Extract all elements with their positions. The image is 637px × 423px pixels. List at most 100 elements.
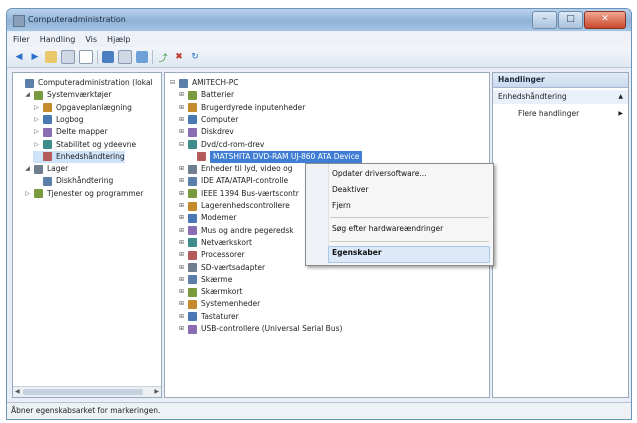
expand-toggle-icon[interactable]: ⊞ (178, 200, 185, 212)
expand-toggle-icon[interactable]: ⊞ (178, 126, 185, 138)
device-tree-item[interactable]: ⊞ Diskdrev (178, 126, 234, 138)
expand-toggle-icon[interactable]: ⊞ (178, 262, 185, 274)
up-folder-icon[interactable] (45, 51, 57, 63)
show-hide-tree-icon[interactable] (61, 50, 75, 64)
title-bar[interactable]: Computeradministration – □ ✕ (7, 9, 631, 31)
expand-toggle-icon[interactable]: ⊞ (178, 89, 185, 101)
tree-item[interactable]: ▷ Opgaveplanlægning (33, 102, 132, 114)
ctx-disable[interactable]: Deaktiver (332, 183, 369, 197)
more-actions-label: Flere handlinger (518, 109, 580, 118)
expand-toggle-icon[interactable]: ⊞ (178, 114, 185, 126)
device-tree-item[interactable]: MATSHITA DVD-RAM UJ-860 ATA Device (187, 150, 363, 163)
menu-help[interactable]: Hjælp (107, 32, 130, 47)
device-tree-item[interactable]: ⊞ Skærme (178, 274, 232, 286)
device-tree-item[interactable]: ⊞ SD-værtsadapter (178, 262, 265, 274)
expand-toggle-icon[interactable]: ▷ (33, 139, 40, 151)
storage-controller-icon (188, 201, 197, 211)
ctx-properties[interactable]: Egenskaber (332, 246, 382, 260)
expand-toggle-icon[interactable]: ⊞ (178, 249, 185, 261)
left-horizontal-scrollbar[interactable]: ◀ ▶ (13, 386, 161, 397)
tree-item[interactable]: ▷ Tjenester og programmer (24, 188, 143, 200)
refresh-icon[interactable] (79, 50, 93, 64)
expand-toggle-icon[interactable]: ▷ (24, 188, 31, 200)
device-tree-item[interactable]: ⊞ IDE ATA/ATAPI-controlle (178, 175, 288, 187)
tree-item[interactable]: ◢ Systemværktøjer (24, 89, 112, 101)
uninstall-icon[interactable]: ✖ (173, 51, 185, 63)
enable-device-icon[interactable]: ↻ (189, 51, 201, 63)
expand-toggle-icon[interactable]: ⊟ (178, 139, 185, 151)
expand-toggle-icon[interactable]: ▷ (33, 102, 40, 114)
tree-item-label: Processorer (201, 250, 245, 260)
back-arrow-icon[interactable]: ◀ (13, 51, 25, 63)
menu-action[interactable]: Handling (40, 32, 76, 47)
expand-toggle-icon[interactable]: ⊞ (178, 298, 185, 310)
tree-item[interactable]: ▷ Logbog (33, 114, 84, 126)
expand-toggle-icon[interactable]: ⊞ (178, 311, 185, 323)
maximize-button[interactable]: □ (558, 11, 583, 29)
device-tree-item[interactable]: ⊞ USB-controllere (Universal Serial Bus) (178, 323, 342, 335)
properties-icon[interactable] (102, 51, 114, 63)
tree-item[interactable]: ▷ Stabilitet og ydeevne (33, 139, 136, 151)
expand-toggle-icon[interactable]: ⊞ (178, 274, 185, 286)
device-tree-item[interactable]: ⊞ Tastaturer (178, 311, 239, 323)
expand-toggle-icon[interactable]: ⊞ (178, 237, 185, 249)
device-tree-item[interactable]: ⊞ Processorer (178, 249, 245, 261)
tree-item-label: Tastaturer (201, 311, 239, 321)
device-tree-item[interactable]: ⊞ IEEE 1394 Bus-værtscontr (178, 188, 299, 200)
actions-pane: Handlinger Enhedshåndtering ▲ Flere hand… (492, 72, 629, 398)
menu-file[interactable]: Filer (13, 32, 30, 47)
tree-item[interactable]: ◢ Lager (24, 163, 68, 175)
ctx-separator-2 (330, 241, 489, 242)
tree-item-label: Diskdrev (201, 127, 234, 137)
ctx-update-driver[interactable]: Opdater driversoftware... (332, 167, 426, 181)
actions-section[interactable]: Enhedshåndtering ▲ (493, 90, 628, 104)
device-tree-item[interactable]: ⊞ Netværkskort (178, 237, 252, 249)
tree-item[interactable]: Computeradministration (lokal (15, 77, 153, 89)
scroll-thumb[interactable] (23, 389, 143, 395)
scan-hardware-icon[interactable] (136, 51, 148, 63)
device-tree-item[interactable]: ⊞ Modemer (178, 212, 236, 224)
expand-toggle-icon[interactable]: ◢ (24, 89, 31, 101)
tree-item[interactable]: ▷ Delte mapper (33, 126, 108, 138)
device-tree-item[interactable]: ⊞ Enheder til lyd, video og (178, 163, 292, 175)
expand-toggle-icon[interactable]: ▷ (33, 114, 40, 126)
ctx-scan-hardware[interactable]: Søg efter hardwareændringer (332, 222, 443, 236)
device-tree-item[interactable]: ⊞ Mus og andre pegeredsk (178, 225, 294, 237)
tree-item[interactable]: Diskhåndtering (33, 175, 113, 187)
device-tree-item[interactable]: ⊞ Computer (178, 114, 238, 126)
expand-toggle-icon[interactable]: ⊞ (178, 323, 185, 335)
expand-toggle-icon[interactable]: ⊞ (178, 163, 185, 175)
more-actions-item[interactable]: Flere handlinger ▶ (518, 107, 623, 121)
device-tree-item[interactable]: ⊞ Skærmkort (178, 286, 242, 298)
computer-icon (179, 78, 188, 88)
tree-item[interactable]: Enhedshåndtering (33, 150, 125, 163)
cpu-icon (188, 250, 197, 260)
menu-view[interactable]: Vis (85, 32, 97, 47)
minimize-button[interactable]: – (532, 11, 557, 29)
expand-toggle-icon[interactable]: ⊞ (178, 212, 185, 224)
scroll-left-icon[interactable]: ◀ (15, 388, 20, 395)
ctx-uninstall[interactable]: Fjern (332, 199, 351, 213)
expand-toggle-icon[interactable]: ⊟ (169, 77, 176, 89)
hid-icon (188, 103, 197, 113)
update-driver-icon[interactable]: ⤴ (157, 51, 169, 64)
device-tree-item[interactable]: ⊞ Brugerdyrede inputenheder (178, 102, 305, 114)
scroll-right-icon[interactable]: ▶ (154, 388, 159, 395)
collapse-arrow-icon[interactable]: ▲ (618, 90, 623, 104)
expand-toggle-icon[interactable]: ▷ (33, 126, 40, 138)
expand-toggle-icon[interactable]: ◢ (24, 163, 31, 175)
device-tree-item[interactable]: ⊟ AMITECH-PC (169, 77, 238, 89)
expand-toggle-icon[interactable]: ⊞ (178, 225, 185, 237)
device-tree-item[interactable]: ⊞ Systemenheder (178, 298, 260, 310)
expand-toggle-icon[interactable]: ⊞ (178, 188, 185, 200)
device-tree-item[interactable]: ⊟ Dvd/cd-rom-drev (178, 139, 264, 151)
forward-arrow-icon[interactable]: ▶ (29, 51, 41, 63)
expand-toggle-icon[interactable]: ⊞ (178, 102, 185, 114)
expand-toggle-icon[interactable]: ⊞ (178, 286, 185, 298)
device-tree-item[interactable]: ⊞ Lagerenhedscontrollere (178, 200, 290, 212)
device-tree-item[interactable]: ⊞ Batterier (178, 89, 234, 101)
navigation-tree-pane[interactable]: Computeradministration (lokal ◢ Systemværk… (12, 72, 162, 398)
help-icon[interactable] (118, 50, 132, 64)
close-button[interactable]: ✕ (584, 11, 626, 29)
expand-toggle-icon[interactable]: ⊞ (178, 175, 185, 187)
